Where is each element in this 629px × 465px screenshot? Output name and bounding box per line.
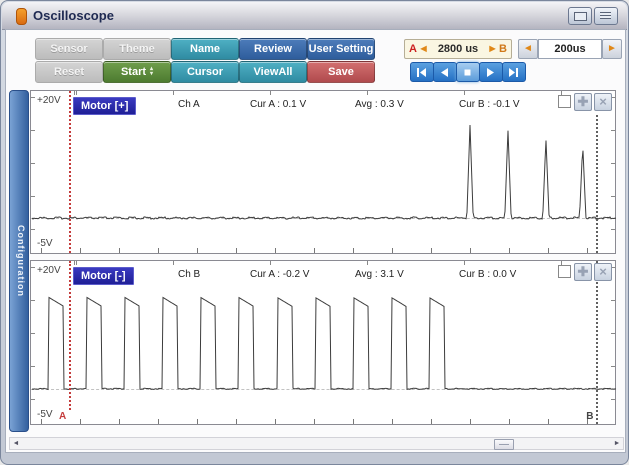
channel-a-panel: +20V -5V Motor [+] Ch A Cur A : 0.1 V Av… (30, 90, 616, 254)
channel-a-avg-value: Avg : 0.3 V (355, 99, 404, 110)
ab-interval-display: A ◄ 2800 us ► B (404, 39, 512, 59)
play-button[interactable] (479, 62, 503, 82)
oscilloscope-window: Oscilloscope Sensor Theme Name Review Us… (0, 0, 629, 465)
channel-a-waveform (32, 92, 616, 254)
y-min-label: -5V (37, 238, 53, 249)
channel-b-name: Ch B (178, 269, 200, 280)
channel-a-expand-button[interactable]: ✚ (574, 93, 592, 111)
channel-b-waveform (32, 262, 616, 425)
timebase-decrease-button[interactable]: ◄ (518, 39, 538, 59)
cursor-a-line[interactable] (69, 261, 71, 410)
client-area: Sensor Theme Name Review User Setting Re… (5, 29, 626, 453)
viewall-button[interactable]: ViewAll (239, 61, 307, 83)
timebase-increase-button[interactable]: ► (602, 39, 622, 59)
play-icon (485, 67, 496, 78)
restore-window-button[interactable] (568, 7, 592, 25)
cursor-button[interactable]: Cursor (171, 61, 239, 83)
minimize-window-button[interactable] (594, 7, 618, 25)
channel-b-panel: +20V -5V Motor [-] Ch B Cur A : -0.2 V A… (30, 260, 616, 425)
review-button[interactable]: Review (239, 38, 307, 60)
sidebar-tab-configuration[interactable]: Configuration (9, 90, 29, 432)
channel-a-name: Ch A (178, 99, 200, 110)
y-max-label: +20V (37, 265, 61, 276)
channel-b-expand-button[interactable]: ✚ (574, 263, 592, 281)
start-spinner-icon[interactable]: ▴▾ (150, 67, 153, 77)
step-back-icon (439, 67, 450, 78)
channel-a-close-button[interactable]: × (594, 93, 612, 111)
cursor-a-marker[interactable]: A (59, 411, 66, 422)
minimize-icon (600, 12, 611, 19)
restore-icon (574, 12, 587, 21)
scrollbar-thumb[interactable] (494, 439, 514, 450)
app-icon (16, 8, 27, 25)
cursor-b-line[interactable] (596, 115, 598, 253)
horizontal-scrollbar[interactable]: ◄ ► (9, 437, 624, 450)
user-setting-button[interactable]: User Setting (307, 38, 375, 60)
timebase-value[interactable]: 200us (538, 39, 602, 59)
channel-b-source-label[interactable]: Motor [-] (73, 267, 134, 285)
channel-a-cursor-b-value: Cur B : -0.1 V (459, 99, 520, 110)
y-max-label: +20V (37, 95, 61, 106)
theme-button[interactable]: Theme (103, 38, 171, 60)
cursor-b-mark: B (499, 40, 507, 58)
skip-end-icon (508, 67, 519, 78)
channel-b-close-button[interactable]: × (594, 263, 612, 281)
channel-b-avg-value: Avg : 3.1 V (355, 269, 404, 280)
scroll-left-icon[interactable]: ◄ (11, 439, 21, 448)
sidebar-tab-label: Configuration (14, 91, 26, 431)
stop-button[interactable] (456, 62, 480, 82)
scroll-right-icon[interactable]: ► (612, 439, 622, 448)
step-back-button[interactable] (433, 62, 457, 82)
start-button[interactable]: Start▴▾ (103, 61, 171, 83)
save-button[interactable]: Save (307, 61, 375, 83)
channel-b-cursor-a-value: Cur A : -0.2 V (250, 269, 309, 280)
window-title: Oscilloscope (33, 8, 114, 23)
channel-a-checkbox[interactable] (558, 95, 571, 108)
channel-a-source-label[interactable]: Motor [+] (73, 97, 136, 115)
skip-end-button[interactable] (502, 62, 526, 82)
skip-start-icon (416, 67, 427, 78)
reset-button[interactable]: Reset (35, 61, 103, 83)
y-min-label: -5V (37, 409, 53, 420)
sensor-button[interactable]: Sensor (35, 38, 103, 60)
cursor-b-arrow-icon: ► (487, 40, 498, 58)
channel-a-cursor-a-value: Cur A : 0.1 V (250, 99, 306, 110)
channel-b-cursor-b-value: Cur B : 0.0 V (459, 269, 516, 280)
name-button[interactable]: Name (171, 38, 239, 60)
cursor-a-line[interactable] (69, 91, 71, 253)
title-bar[interactable]: Oscilloscope (2, 2, 627, 30)
cursor-b-line[interactable] (596, 261, 598, 424)
channel-b-checkbox[interactable] (558, 265, 571, 278)
cursor-b-marker[interactable]: B (586, 411, 593, 422)
skip-start-button[interactable] (410, 62, 434, 82)
stop-icon (462, 67, 473, 78)
